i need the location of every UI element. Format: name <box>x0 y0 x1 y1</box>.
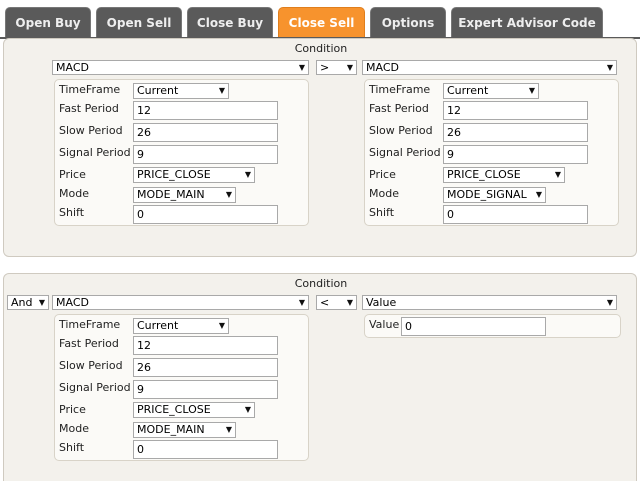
timeframe-select[interactable]: Current ▼ <box>133 318 229 334</box>
select-value: PRICE_CLOSE <box>137 168 211 181</box>
chevron-down-icon: ▼ <box>298 63 305 72</box>
tab-close-buy[interactable]: Close Buy <box>187 7 273 38</box>
chevron-down-icon: ▼ <box>606 298 613 307</box>
signal-period-input[interactable]: 9 <box>133 145 278 164</box>
tab-close-sell[interactable]: Close Sell <box>278 7 365 38</box>
chevron-down-icon: ▼ <box>225 425 232 434</box>
mode-label: Mode <box>369 187 399 200</box>
left-params-box: TimeFrame Current ▼ Fast Period 12 Slow P… <box>54 79 309 226</box>
select-value: MODE_MAIN <box>137 423 205 436</box>
right-params-box: TimeFrame Current ▼ Fast Period 12 Slow P… <box>364 79 619 226</box>
signal-period-label: Signal Period <box>59 381 131 394</box>
chevron-down-icon: ▼ <box>528 86 535 95</box>
select-value: MODE_MAIN <box>137 188 205 201</box>
slow-period-label: Slow Period <box>59 359 123 372</box>
chevron-down-icon: ▼ <box>298 298 305 307</box>
chevron-down-icon: ▼ <box>346 298 353 307</box>
select-value: MODE_SIGNAL <box>447 188 527 201</box>
chevron-down-icon: ▼ <box>346 63 353 72</box>
slow-period-input[interactable]: 26 <box>133 358 278 377</box>
chevron-down-icon: ▼ <box>218 86 225 95</box>
price-label: Price <box>59 403 86 416</box>
select-value: < <box>320 296 330 309</box>
price-select[interactable]: PRICE_CLOSE ▼ <box>133 402 255 418</box>
select-value: Current <box>137 319 179 332</box>
mode-label: Mode <box>59 187 89 200</box>
condition-title: Condition <box>294 42 348 55</box>
signal-period-label: Signal Period <box>59 146 131 159</box>
select-value: Value <box>366 296 397 309</box>
fast-period-label: Fast Period <box>59 102 119 115</box>
condition-title: Condition <box>294 277 348 290</box>
tab-open-buy[interactable]: Open Buy <box>5 7 91 38</box>
select-value: > <box>320 61 330 74</box>
mode-select[interactable]: MODE_SIGNAL ▼ <box>443 187 546 203</box>
signal-period-label: Signal Period <box>369 146 441 159</box>
mode-select[interactable]: MODE_MAIN ▼ <box>133 187 236 203</box>
value-label: Value <box>369 318 400 331</box>
left-indicator-select[interactable]: MACD ▼ <box>52 295 309 310</box>
tab-options[interactable]: Options <box>370 7 446 38</box>
fast-period-input[interactable]: 12 <box>443 101 588 120</box>
tab-bar: Open Buy Open Sell Close Buy Close Sell … <box>0 0 640 39</box>
timeframe-label: TimeFrame <box>59 83 121 96</box>
chevron-down-icon: ▼ <box>225 190 232 199</box>
select-value: Current <box>137 84 179 97</box>
mode-label: Mode <box>59 422 89 435</box>
condition-panel-2: Condition And ▼ MACD ▼ < ▼ Value ▼ TimeFrame… <box>3 273 637 481</box>
chevron-down-icon: ▼ <box>554 170 561 179</box>
price-select[interactable]: PRICE_CLOSE ▼ <box>443 167 565 183</box>
value-input[interactable]: 0 <box>401 317 546 336</box>
slow-period-input[interactable]: 26 <box>133 123 278 142</box>
price-label: Price <box>369 168 396 181</box>
slow-period-label: Slow Period <box>369 124 433 137</box>
slow-period-input[interactable]: 26 <box>443 123 588 142</box>
shift-input[interactable]: 0 <box>443 205 588 224</box>
fast-period-input[interactable]: 12 <box>133 336 278 355</box>
select-value: Current <box>447 84 489 97</box>
right-indicator-select[interactable]: MACD ▼ <box>362 60 617 75</box>
operator-select[interactable]: > ▼ <box>316 60 357 75</box>
chevron-down-icon: ▼ <box>218 321 225 330</box>
right-params-box: Value 0 <box>364 314 621 338</box>
select-value: MACD <box>56 61 89 74</box>
chevron-down-icon: ▼ <box>244 405 251 414</box>
left-indicator-select[interactable]: MACD ▼ <box>52 60 309 75</box>
select-value: MACD <box>56 296 89 309</box>
fast-period-label: Fast Period <box>369 102 429 115</box>
slow-period-label: Slow Period <box>59 124 123 137</box>
signal-period-input[interactable]: 9 <box>133 380 278 399</box>
timeframe-label: TimeFrame <box>59 318 121 331</box>
chevron-down-icon: ▼ <box>535 190 542 199</box>
chevron-down-icon: ▼ <box>38 298 45 307</box>
signal-period-input[interactable]: 9 <box>443 145 588 164</box>
operator-select[interactable]: < ▼ <box>316 295 357 310</box>
select-value: MACD <box>366 61 399 74</box>
left-params-box: TimeFrame Current ▼ Fast Period 12 Slow P… <box>54 314 309 461</box>
shift-input[interactable]: 0 <box>133 205 278 224</box>
timeframe-select[interactable]: Current ▼ <box>443 83 539 99</box>
select-value: PRICE_CLOSE <box>137 403 211 416</box>
timeframe-select[interactable]: Current ▼ <box>133 83 229 99</box>
chevron-down-icon: ▼ <box>606 63 613 72</box>
fast-period-label: Fast Period <box>59 337 119 350</box>
shift-label: Shift <box>59 206 85 219</box>
shift-input[interactable]: 0 <box>133 440 278 459</box>
price-select[interactable]: PRICE_CLOSE ▼ <box>133 167 255 183</box>
logic-operator-select[interactable]: And ▼ <box>7 295 49 310</box>
shift-label: Shift <box>369 206 395 219</box>
tab-expert-advisor-code[interactable]: Expert Advisor Code <box>451 7 603 38</box>
fast-period-input[interactable]: 12 <box>133 101 278 120</box>
timeframe-label: TimeFrame <box>369 83 431 96</box>
select-value: PRICE_CLOSE <box>447 168 521 181</box>
price-label: Price <box>59 168 86 181</box>
tab-open-sell[interactable]: Open Sell <box>96 7 182 38</box>
right-indicator-select[interactable]: Value ▼ <box>362 295 617 310</box>
condition-panel-1: Condition MACD ▼ > ▼ MACD ▼ TimeFrame Curre… <box>3 38 637 257</box>
mode-select[interactable]: MODE_MAIN ▼ <box>133 422 236 438</box>
shift-label: Shift <box>59 441 85 454</box>
chevron-down-icon: ▼ <box>244 170 251 179</box>
select-value: And <box>11 296 33 309</box>
